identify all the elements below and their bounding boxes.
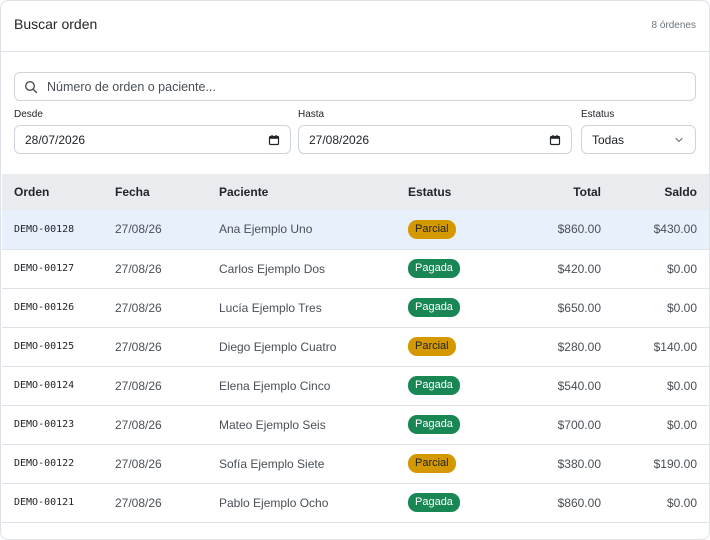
order-date: 27/08/26 <box>115 327 219 367</box>
order-total: $650.00 <box>508 288 601 328</box>
table-header: Orden Fecha Paciente Estatus Total Saldo <box>2 174 709 210</box>
chevron-down-icon <box>673 134 685 146</box>
order-total: $700.00 <box>508 405 601 445</box>
order-id: DEMO-00124 <box>2 366 115 406</box>
table-row[interactable]: DEMO-00127 27/08/26 Carlos Ejemplo Dos P… <box>2 249 709 289</box>
desde-group: Desde 28/07/2026 <box>14 109 291 154</box>
search-input[interactable] <box>47 79 695 94</box>
table-row[interactable]: DEMO-00121 27/08/26 Pablo Ejemplo Ocho P… <box>2 483 709 523</box>
status-badge: Pagada <box>408 259 460 278</box>
col-saldo[interactable]: Saldo <box>601 174 709 210</box>
order-balance: $0.00 <box>601 288 709 328</box>
filter-row: Desde 28/07/2026 Hasta 27/08/2026 Estatu… <box>14 109 696 154</box>
desde-label: Desde <box>14 109 43 120</box>
order-balance: $140.00 <box>601 327 709 367</box>
status-badge: Pagada <box>408 415 460 434</box>
table-row[interactable]: DEMO-00125 27/08/26 Diego Ejemplo Cuatro… <box>2 327 709 367</box>
panel-header: Buscar orden 8 órdenes <box>1 1 709 52</box>
order-date: 27/08/26 <box>115 366 219 406</box>
order-date: 27/08/26 <box>115 210 219 250</box>
patient-name: Carlos Ejemplo Dos <box>219 249 408 289</box>
col-orden[interactable]: Orden <box>2 174 115 210</box>
order-id: DEMO-00126 <box>2 288 115 328</box>
table-row[interactable]: DEMO-00123 27/08/26 Mateo Ejemplo Seis P… <box>2 405 709 445</box>
order-count: 8 órdenes <box>651 19 696 31</box>
order-date: 27/08/26 <box>115 249 219 289</box>
order-date: 27/08/26 <box>115 483 219 523</box>
desde-date-input[interactable]: 28/07/2026 <box>14 125 291 154</box>
patient-name: Mateo Ejemplo Seis <box>219 405 408 445</box>
estatus-value: Todas <box>592 132 625 147</box>
patient-name: Diego Ejemplo Cuatro <box>219 327 408 367</box>
filters: Desde 28/07/2026 Hasta 27/08/2026 <box>1 72 709 154</box>
order-balance: $0.00 <box>601 483 709 523</box>
status-badge: Parcial <box>408 337 456 356</box>
status-badge: Pagada <box>408 376 460 395</box>
order-total: $420.00 <box>508 249 601 289</box>
order-total: $860.00 <box>508 483 601 523</box>
calendar-icon[interactable] <box>549 134 561 146</box>
patient-name: Pablo Ejemplo Ocho <box>219 483 408 523</box>
search-order-panel: Buscar orden 8 órdenes Desde 28/07/2026 … <box>0 0 710 540</box>
patient-name: Ana Ejemplo Uno <box>219 210 408 250</box>
patient-name: Elena Ejemplo Cinco <box>219 366 408 406</box>
order-date: 27/08/26 <box>115 405 219 445</box>
status-badge: Pagada <box>408 298 460 317</box>
col-estatus[interactable]: Estatus <box>408 174 508 210</box>
table-row[interactable]: DEMO-00124 27/08/26 Elena Ejemplo Cinco … <box>2 366 709 406</box>
order-total: $540.00 <box>508 366 601 406</box>
hasta-label: Hasta <box>298 109 325 120</box>
order-total: $380.00 <box>508 444 601 484</box>
order-balance: $0.00 <box>601 405 709 445</box>
patient-name: Lucía Ejemplo Tres <box>219 288 408 328</box>
col-total[interactable]: Total <box>508 174 601 210</box>
status-badge: Pagada <box>408 493 460 512</box>
order-id: DEMO-00123 <box>2 405 115 445</box>
order-id: DEMO-00122 <box>2 444 115 484</box>
order-total: $280.00 <box>508 327 601 367</box>
order-date: 27/08/26 <box>115 288 219 328</box>
hasta-date-input[interactable]: 27/08/2026 <box>298 125 572 154</box>
page-title: Buscar orden <box>14 16 98 32</box>
order-balance: $0.00 <box>601 366 709 406</box>
order-id: DEMO-00128 <box>2 210 115 250</box>
orders-table: Orden Fecha Paciente Estatus Total Saldo… <box>2 174 709 523</box>
search-box[interactable] <box>14 72 696 101</box>
col-paciente[interactable]: Paciente <box>219 174 408 210</box>
hasta-group: Hasta 27/08/2026 <box>298 109 572 154</box>
order-total: $860.00 <box>508 210 601 250</box>
order-balance: $430.00 <box>601 210 709 250</box>
calendar-icon[interactable] <box>268 134 280 146</box>
status-badge: Parcial <box>408 454 456 473</box>
desde-value: 28/07/2026 <box>25 132 86 147</box>
table-row[interactable]: DEMO-00126 27/08/26 Lucía Ejemplo Tres P… <box>2 288 709 328</box>
order-id: DEMO-00125 <box>2 327 115 367</box>
estatus-label: Estatus <box>581 109 615 120</box>
search-icon <box>24 80 38 94</box>
order-balance: $190.00 <box>601 444 709 484</box>
estatus-group: Estatus Todas <box>581 109 696 154</box>
table-row[interactable]: DEMO-00122 27/08/26 Sofía Ejemplo Siete … <box>2 444 709 484</box>
table-row[interactable]: DEMO-00128 27/08/26 Ana Ejemplo Uno Parc… <box>2 210 709 250</box>
patient-name: Sofía Ejemplo Siete <box>219 444 408 484</box>
status-badge: Parcial <box>408 219 456 239</box>
hasta-value: 27/08/2026 <box>309 132 370 147</box>
col-fecha[interactable]: Fecha <box>115 174 219 210</box>
estatus-select[interactable]: Todas <box>581 125 696 154</box>
order-id: DEMO-00121 <box>2 483 115 523</box>
order-date: 27/08/26 <box>115 444 219 484</box>
order-balance: $0.00 <box>601 249 709 289</box>
order-id: DEMO-00127 <box>2 249 115 289</box>
